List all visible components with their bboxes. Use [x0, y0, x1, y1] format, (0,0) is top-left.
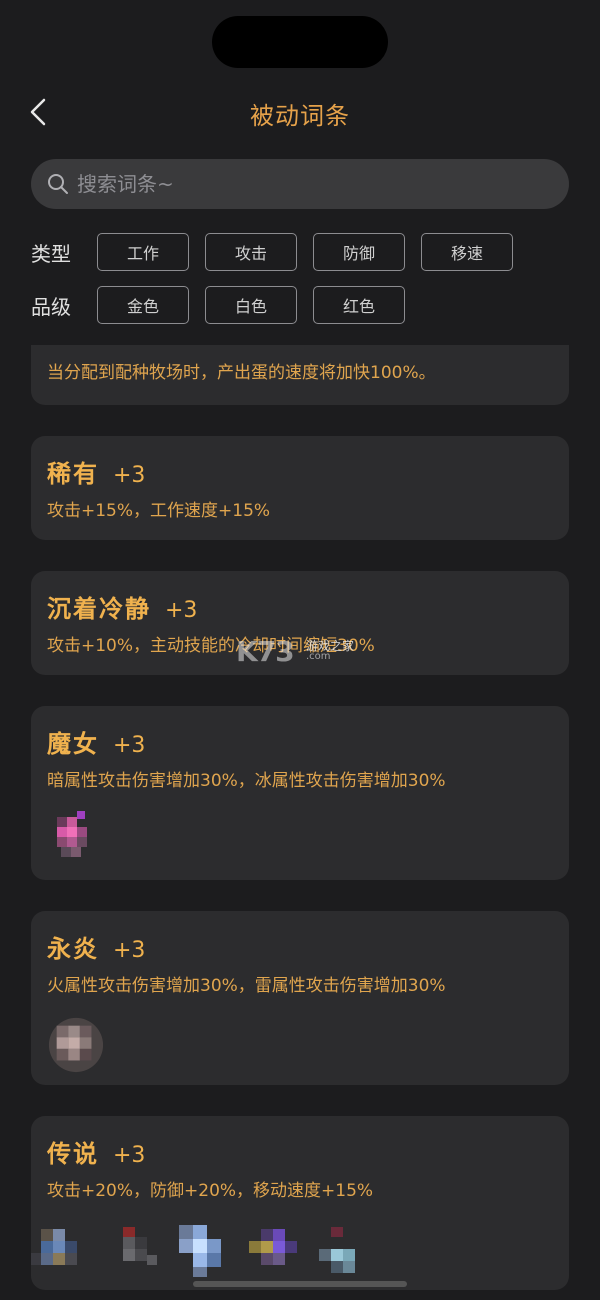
search-bar[interactable] — [31, 159, 569, 209]
passive-card-partial[interactable]: 当分配到配种牧场时，产出蛋的速度将加快100%。 — [31, 345, 569, 405]
passive-level: +3 — [113, 733, 146, 758]
grade-filter-row: 品级 金色 白色 红色 — [31, 286, 421, 324]
pixelated-avatar-icon — [319, 1227, 355, 1273]
passive-name: 稀有 — [47, 460, 99, 488]
passive-desc: 攻击+15%，工作速度+15% — [47, 501, 271, 521]
passive-desc: 攻击+10%，主动技能的冷却时间缩短30% — [47, 636, 375, 656]
type-chip-attack[interactable]: 攻击 — [205, 233, 297, 271]
type-filter-row: 类型 工作 攻击 防御 移速 — [31, 233, 529, 271]
pal-avatar[interactable] — [313, 1225, 373, 1275]
type-chip-work[interactable]: 工作 — [97, 233, 189, 271]
passive-name: 沉着冷静 — [47, 595, 151, 623]
passive-level: +3 — [113, 1143, 146, 1168]
pal-avatar[interactable] — [47, 811, 97, 861]
pal-avatar[interactable] — [175, 1225, 237, 1277]
passive-level: +3 — [113, 463, 146, 488]
passive-card-calm[interactable]: 沉着冷静 +3 攻击+10%，主动技能的冷却时间缩短30% — [31, 571, 569, 675]
passive-name: 魔女 — [47, 730, 99, 758]
pal-avatar[interactable] — [31, 1225, 101, 1275]
pixelated-avatar-icon — [249, 1229, 297, 1265]
passive-name: 传说 — [47, 1140, 99, 1168]
passive-level: +3 — [113, 938, 146, 963]
pal-avatar[interactable] — [247, 1225, 303, 1275]
grade-chip-red[interactable]: 红色 — [313, 286, 405, 324]
type-filter-label: 类型 — [31, 241, 71, 266]
type-chip-defense[interactable]: 防御 — [313, 233, 405, 271]
page-title: 被动词条 — [250, 102, 350, 130]
passive-desc: 当分配到配种牧场时，产出蛋的速度将加快100%。 — [47, 363, 436, 383]
grade-chip-white[interactable]: 白色 — [205, 286, 297, 324]
type-chip-speed[interactable]: 移速 — [421, 233, 513, 271]
pixelated-avatar-icon — [179, 1225, 221, 1277]
pal-avatar[interactable] — [109, 1225, 165, 1275]
passive-card-eternal-flame[interactable]: 永炎 +3 火属性攻击伤害增加30%，雷属性攻击伤害增加30% — [31, 911, 569, 1085]
passive-card-witch[interactable]: 魔女 +3 暗属性攻击伤害增加30%，冰属性攻击伤害增加30% — [31, 706, 569, 880]
search-input[interactable] — [77, 172, 517, 196]
home-indicator[interactable] — [193, 1281, 407, 1287]
pixelated-avatar-icon — [31, 1229, 77, 1265]
pixelated-avatar-icon — [48, 1017, 104, 1073]
passive-name: 永炎 — [47, 935, 99, 963]
passive-card-rare[interactable]: 稀有 +3 攻击+15%，工作速度+15% — [31, 436, 569, 540]
passive-list[interactable]: 当分配到配种牧场时，产出蛋的速度将加快100%。 稀有 +3 攻击+15%，工作… — [31, 345, 569, 1300]
passive-desc: 火属性攻击伤害增加30%，雷属性攻击伤害增加30% — [47, 976, 446, 996]
pal-avatar[interactable] — [47, 1016, 104, 1073]
pixelated-avatar-icon — [57, 811, 87, 857]
passive-desc: 暗属性攻击伤害增加30%，冰属性攻击伤害增加30% — [47, 771, 446, 791]
search-icon — [48, 174, 68, 194]
dynamic-island — [212, 16, 388, 68]
grade-filter-label: 品级 — [31, 294, 71, 319]
grade-chip-gold[interactable]: 金色 — [97, 286, 189, 324]
passive-desc: 攻击+20%，防御+20%，移动速度+15% — [47, 1181, 374, 1201]
passive-level: +3 — [165, 598, 198, 623]
pixelated-avatar-icon — [123, 1227, 157, 1265]
passive-card-legend[interactable]: 传说 +3 攻击+20%，防御+20%，移动速度+15% — [31, 1116, 569, 1290]
